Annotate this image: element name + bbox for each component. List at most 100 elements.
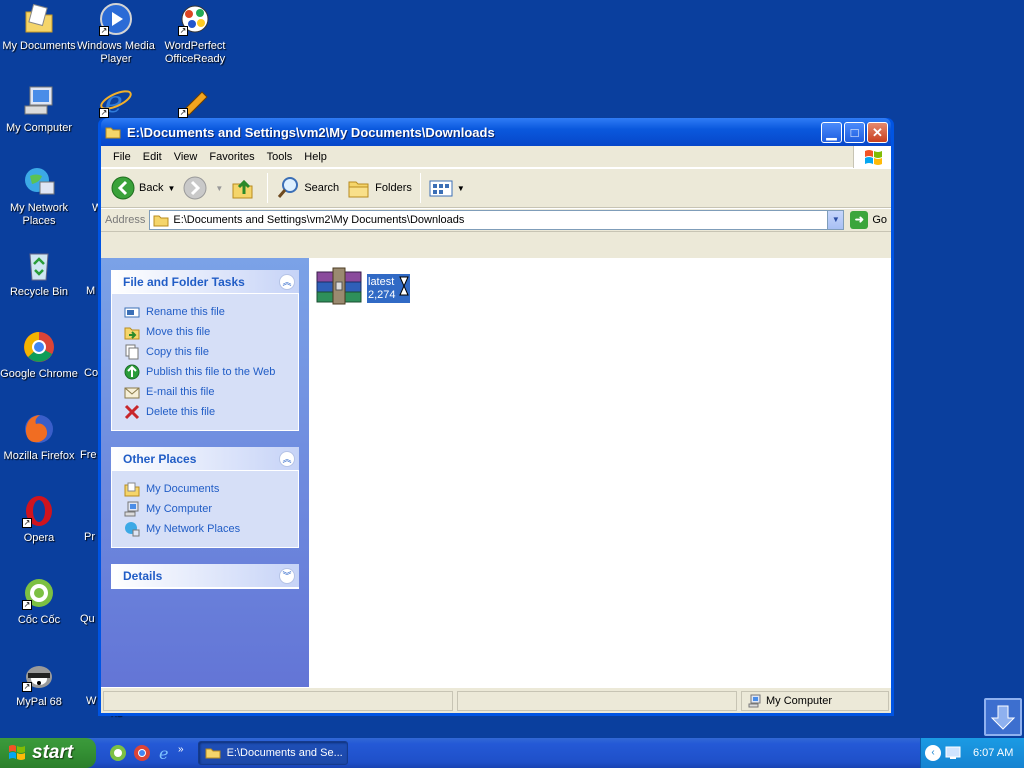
toolbar: Back ▼ ▼ Search Folders ▼	[101, 168, 891, 208]
place-my-network-places[interactable]: My Network Places	[124, 519, 292, 539]
chevron-down-icon[interactable]: ▼	[215, 184, 223, 193]
back-arrow-icon	[111, 176, 135, 200]
task-rename[interactable]: Rename this file	[124, 302, 292, 322]
close-button[interactable]: ✕	[867, 121, 888, 143]
menu-tools[interactable]: Tools	[261, 151, 299, 163]
file-folder-tasks-panel: File and Folder Tasks ︽ Rename this file…	[111, 270, 299, 431]
chevron-down-icon[interactable]: ▼	[827, 211, 844, 229]
go-button[interactable]: ➜ Go	[850, 211, 887, 229]
shortcut-arrow-icon: ↗	[99, 108, 109, 118]
display-icon[interactable]	[945, 745, 961, 761]
desktop-icon-mozilla-firefox[interactable]: Mozilla Firefox	[0, 412, 78, 463]
desktop-icon-coc-coc[interactable]: ↗ Cốc Cốc	[0, 576, 78, 627]
forward-button[interactable]: ▼	[179, 172, 227, 204]
firefox-icon	[22, 412, 56, 446]
desktop-icon-windows-media-player[interactable]: ↗ Windows Media Player	[77, 2, 155, 66]
task-publish[interactable]: Publish this file to the Web	[124, 362, 292, 382]
desktop-icon-opera[interactable]: ↗ Opera	[0, 494, 78, 545]
collapse-chevron-icon[interactable]: ︽	[279, 273, 295, 290]
desktop-icon-wordperfect[interactable]: ↗ WordPerfect OfficeReady	[156, 2, 234, 66]
shortcut-arrow-icon: ↗	[22, 518, 32, 528]
media-player-icon: ↗	[99, 2, 133, 36]
menu-favorites[interactable]: Favorites	[203, 151, 260, 163]
panel-header[interactable]: File and Folder Tasks ︽	[111, 270, 299, 294]
title-bar[interactable]: E:\Documents and Settings\vm2\My Documen…	[101, 118, 891, 146]
place-label: My Network Places	[146, 523, 241, 535]
chevron-down-icon[interactable]: ▼	[167, 184, 175, 193]
window-title: E:\Documents and Settings\vm2\My Documen…	[127, 124, 495, 140]
task-delete[interactable]: Delete this file	[124, 402, 292, 422]
folders-label: Folders	[375, 182, 412, 194]
address-input[interactable]: E:\Documents and Settings\vm2\My Documen…	[149, 210, 845, 230]
task-label: Move this file	[146, 326, 211, 338]
desktop-icon-my-documents[interactable]: My Documents	[0, 2, 78, 53]
opera-icon: ↗	[22, 494, 56, 528]
windows-logo-icon	[853, 146, 891, 168]
quick-launch-more-icon[interactable]: »	[178, 744, 184, 755]
menu-file[interactable]: File	[107, 151, 137, 163]
tray-expand-icon[interactable]: ‹	[925, 745, 941, 761]
menu-view[interactable]: View	[168, 151, 204, 163]
task-label: Rename this file	[146, 306, 225, 318]
place-label: My Computer	[146, 503, 213, 515]
pencil-icon: ↗	[178, 84, 212, 118]
place-my-computer[interactable]: My Computer	[124, 499, 292, 519]
task-move[interactable]: Move this file	[124, 322, 292, 342]
collapse-chevron-icon[interactable]: ︽	[279, 450, 295, 467]
internet-explorer-icon[interactable]: e	[157, 744, 175, 762]
menu-help[interactable]: Help	[298, 151, 333, 163]
address-value: E:\Documents and Settings\vm2\My Documen…	[173, 214, 465, 226]
taskbar-item-explorer[interactable]: E:\Documents and Se...	[197, 741, 348, 765]
task-label: Publish this file to the Web	[146, 366, 276, 378]
quick-launch: e »	[106, 744, 184, 762]
desktop-icon-label: WordPerfect OfficeReady	[164, 40, 226, 65]
other-places-panel: Other Places ︽ My Documents My Computer	[111, 447, 299, 548]
start-button[interactable]: start	[0, 738, 96, 768]
up-folder-button[interactable]	[227, 172, 263, 204]
place-my-documents[interactable]: My Documents	[124, 479, 292, 499]
task-email[interactable]: E-mail this file	[124, 382, 292, 402]
chrome-icon[interactable]	[133, 744, 151, 762]
menu-edit[interactable]: Edit	[137, 151, 168, 163]
desktop-icon-wordperfect-2[interactable]: ↗	[156, 84, 234, 122]
file-list-area[interactable]: latest 2,274	[309, 258, 891, 687]
search-icon	[278, 177, 299, 198]
desktop-icon-label: My Computer	[5, 122, 73, 134]
back-button[interactable]: Back ▼	[107, 172, 179, 204]
search-button[interactable]: Search	[272, 172, 343, 204]
partial-desktop-label: Co	[84, 367, 99, 379]
computer-icon	[22, 84, 56, 118]
clock[interactable]: 6:07 AM	[973, 747, 1013, 759]
views-button[interactable]: ▼	[425, 172, 469, 204]
explorer-window[interactable]: E:\Documents and Settings\vm2\My Documen…	[98, 118, 894, 716]
task-copy[interactable]: Copy this file	[124, 342, 292, 362]
coc-coc-icon[interactable]	[109, 744, 127, 762]
desktop-icon-label: Windows Media Player	[77, 40, 155, 65]
address-label: Address	[105, 214, 146, 226]
maximize-button[interactable]: □	[844, 121, 865, 143]
minimize-button[interactable]: ▁	[821, 121, 842, 143]
download-arrow-icon[interactable]	[984, 698, 1022, 736]
windows-flag-icon	[9, 745, 25, 760]
desktop-icon-my-computer[interactable]: My Computer	[0, 84, 78, 135]
desktop-icon-google-chrome[interactable]: Google Chrome	[0, 330, 78, 381]
panel-header[interactable]: Other Places ︽	[111, 447, 299, 471]
desktop-icon-recycle-bin[interactable]: Recycle Bin	[0, 248, 78, 299]
desktop-icon-internet-explorer[interactable]: e ↗	[77, 84, 155, 122]
desktop-icon-my-network-places[interactable]: My Network Places	[0, 164, 78, 228]
expand-chevron-icon[interactable]: ︾	[279, 567, 295, 584]
file-item-latest[interactable]: latest 2,274	[315, 266, 410, 308]
panel-header[interactable]: Details ︾	[111, 564, 299, 588]
coc-coc-icon: ↗	[22, 576, 56, 610]
toolbar-separator	[419, 173, 421, 203]
panel-title: File and Folder Tasks	[123, 274, 245, 289]
svg-text:e: e	[159, 744, 168, 762]
chevron-down-icon[interactable]: ▼	[457, 184, 465, 193]
desktop-icon-mypal[interactable]: ↗ MyPal 68	[0, 658, 78, 709]
shortcut-arrow-icon: ↗	[22, 682, 32, 692]
start-label: start	[32, 742, 74, 763]
internet-explorer-icon: e ↗	[99, 84, 133, 120]
maximize-icon: □	[850, 124, 859, 140]
recycle-bin-icon	[22, 248, 56, 282]
folders-button[interactable]: Folders	[343, 172, 416, 204]
